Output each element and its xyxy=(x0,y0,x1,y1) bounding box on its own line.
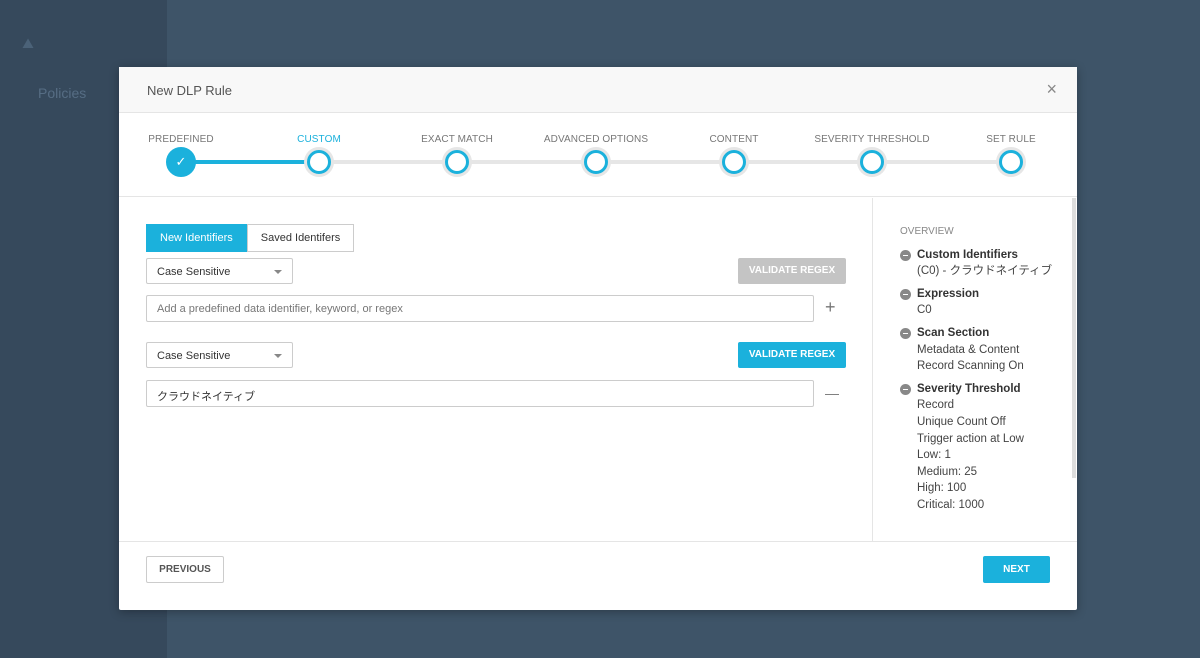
tab-saved-identifiers[interactable]: Saved Identifers xyxy=(246,224,355,252)
identifiers-panel: New Identifiers Saved Identifers Case Se… xyxy=(119,198,873,541)
identifier-tabs: New Identifiers Saved Identifers xyxy=(146,224,355,252)
step-node xyxy=(999,150,1023,174)
step-set-rule[interactable]: SET RULE xyxy=(941,113,1081,174)
check-icon: ✓ xyxy=(166,147,196,177)
step-label: EXACT MATCH xyxy=(421,134,493,145)
overview-panel: OVERVIEW Custom Identifiers (C0) - クラウドネ… xyxy=(900,224,1070,514)
validate-regex-button[interactable]: VALIDATE REGEX xyxy=(738,342,846,368)
overview-value: Medium: 25 xyxy=(917,465,978,478)
remove-icon[interactable]: — xyxy=(825,385,839,401)
step-label: CUSTOM xyxy=(297,134,341,145)
step-node xyxy=(860,150,884,174)
overview-value: Record xyxy=(917,399,955,412)
modal-title: New DLP Rule xyxy=(147,83,233,98)
overview-heading[interactable]: Custom Identifiers xyxy=(900,247,1070,264)
step-content[interactable]: CONTENT xyxy=(664,113,804,174)
step-node xyxy=(722,150,746,174)
step-advanced-options[interactable]: ADVANCED OPTIONS xyxy=(526,113,666,174)
new-dlp-rule-modal: New DLP Rule × PREDEFINED ✓ CUSTOM EXACT … xyxy=(119,67,1077,610)
stepper-progress xyxy=(181,160,319,164)
step-label: SEVERITY THRESHOLD xyxy=(814,134,930,145)
case-sensitivity-select[interactable]: Case Sensitive xyxy=(146,258,293,284)
logo-icon: ⯅ xyxy=(20,34,36,56)
modal-header: New DLP Rule × xyxy=(119,67,1077,113)
overview-value: C0 xyxy=(917,304,932,317)
step-severity-threshold[interactable]: SEVERITY THRESHOLD xyxy=(802,113,942,174)
overview-value: Unique Count Off xyxy=(917,415,1006,428)
step-node xyxy=(307,150,331,174)
step-label: SET RULE xyxy=(986,134,1036,145)
overview-value: Record Scanning On xyxy=(917,360,1024,373)
validate-regex-button[interactable]: VALIDATE REGEX xyxy=(738,258,846,284)
step-custom[interactable]: CUSTOM xyxy=(249,113,389,174)
add-icon[interactable]: + xyxy=(825,297,836,318)
overview-heading[interactable]: Expression xyxy=(900,286,1070,303)
wizard-stepper: PREDEFINED ✓ CUSTOM EXACT MATCH ADVANCED … xyxy=(119,113,1077,197)
overview-value: Low: 1 xyxy=(917,449,951,462)
overview-value: Trigger action at Low xyxy=(917,432,1024,445)
nav-item-policies[interactable]: Policies xyxy=(38,85,86,101)
overview-heading[interactable]: Scan Section xyxy=(900,325,1070,342)
case-sensitivity-select[interactable]: Case Sensitive xyxy=(146,342,293,368)
step-label: CONTENT xyxy=(709,134,759,145)
step-label: ADVANCED OPTIONS xyxy=(543,134,649,145)
previous-button[interactable]: PREVIOUS xyxy=(146,556,224,583)
overview-value: High: 100 xyxy=(917,482,967,495)
overview-scrollbar[interactable] xyxy=(1072,198,1076,478)
modal-footer: PREVIOUS NEXT xyxy=(119,541,1077,610)
overview-value: Critical: 1000 xyxy=(917,498,985,511)
overview-value: Metadata & Content xyxy=(917,343,1020,356)
overview-heading[interactable]: Severity Threshold xyxy=(900,381,1070,398)
step-node xyxy=(445,150,469,174)
step-node xyxy=(584,150,608,174)
next-button[interactable]: NEXT xyxy=(983,556,1050,583)
step-label: PREDEFINED xyxy=(148,134,214,145)
tab-new-identifiers[interactable]: New Identifiers xyxy=(146,224,247,252)
close-icon[interactable]: × xyxy=(1046,79,1057,100)
identifier-input[interactable]: クラウドネイティブ xyxy=(146,380,814,407)
step-predefined[interactable]: PREDEFINED ✓ xyxy=(111,113,251,177)
identifier-input[interactable]: Add a predefined data identifier, keywor… xyxy=(146,295,814,322)
overview-value: (C0) - クラウドネイティブ xyxy=(917,265,1053,278)
overview-title: OVERVIEW xyxy=(900,226,954,237)
step-exact-match[interactable]: EXACT MATCH xyxy=(387,113,527,174)
